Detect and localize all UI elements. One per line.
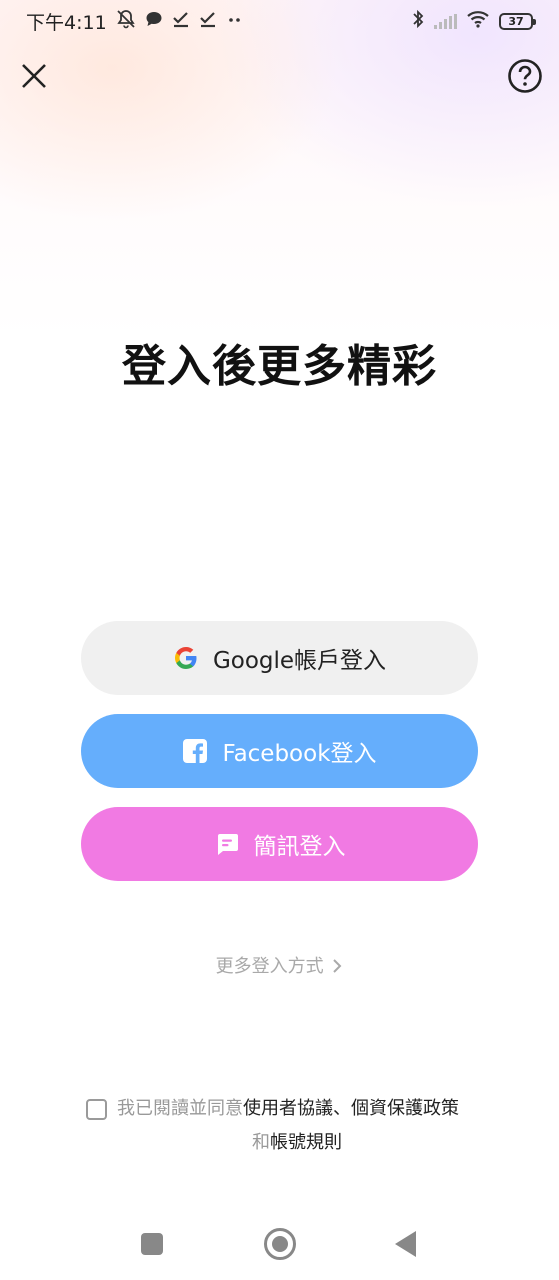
agreement-line: 我已閱讀並同意 使用者協議、個資保護政策 [86, 1092, 486, 1126]
facebook-login-button[interactable]: Facebook登入 [81, 714, 478, 788]
facebook-icon [182, 738, 208, 764]
agreement-separator: 、 [333, 1098, 351, 1119]
agreement-line-2: 和帳號規則 [86, 1126, 486, 1160]
signal-icon [434, 13, 457, 29]
agreement-prefix: 我已閱讀並同意 [117, 1098, 243, 1119]
status-time: 下午4:11 [26, 11, 107, 34]
recents-icon[interactable] [141, 1233, 163, 1255]
google-login-button[interactable]: Google帳戶登入 [81, 621, 478, 695]
home-icon[interactable] [264, 1228, 296, 1260]
notifications-off-icon [116, 9, 136, 33]
google-login-label: Google帳戶登入 [212, 648, 387, 674]
more-login-label: 更多登入方式 [215, 956, 324, 977]
check-icon [199, 10, 217, 32]
chat-bubble-icon [145, 10, 163, 32]
status-bar-left: 下午4:11 [26, 8, 244, 35]
battery-level: 37 [508, 14, 524, 28]
agree-checkbox[interactable] [86, 1098, 107, 1120]
close-button[interactable] [14, 56, 54, 96]
check-icon [172, 10, 190, 32]
sms-login-button[interactable]: 簡訊登入 [81, 807, 478, 881]
privacy-policy-link[interactable]: 個資保護政策 [351, 1092, 459, 1126]
user-agreement-link[interactable]: 使用者協議 [243, 1092, 333, 1126]
status-bar-right: 37 [411, 9, 536, 33]
page-title: 登入後更多精彩 [122, 341, 437, 392]
status-bar: 下午4:11 37 [0, 0, 559, 42]
message-icon [214, 831, 240, 857]
help-button[interactable] [505, 56, 545, 96]
header-gradient [0, 0, 559, 340]
account-rules-link[interactable]: 帳號規則 [270, 1132, 342, 1153]
facebook-login-label: Facebook登入 [222, 741, 377, 767]
agreement-and: 和 [252, 1132, 270, 1153]
chevron-right-icon [333, 959, 342, 973]
sms-login-label: 簡訊登入 [253, 834, 346, 860]
battery-icon: 37 [499, 12, 536, 30]
system-nav-bar [0, 1210, 559, 1280]
close-icon [22, 64, 46, 88]
help-icon [508, 59, 542, 93]
more-dots-icon [226, 10, 244, 32]
more-login-options-link[interactable]: 更多登入方式 [0, 952, 559, 978]
wifi-icon [466, 10, 490, 32]
back-icon[interactable] [395, 1231, 416, 1257]
bluetooth-icon [411, 9, 425, 33]
terms-agreement: 我已閱讀並同意 使用者協議、個資保護政策 和帳號規則 [86, 1092, 486, 1160]
google-icon [173, 645, 199, 671]
